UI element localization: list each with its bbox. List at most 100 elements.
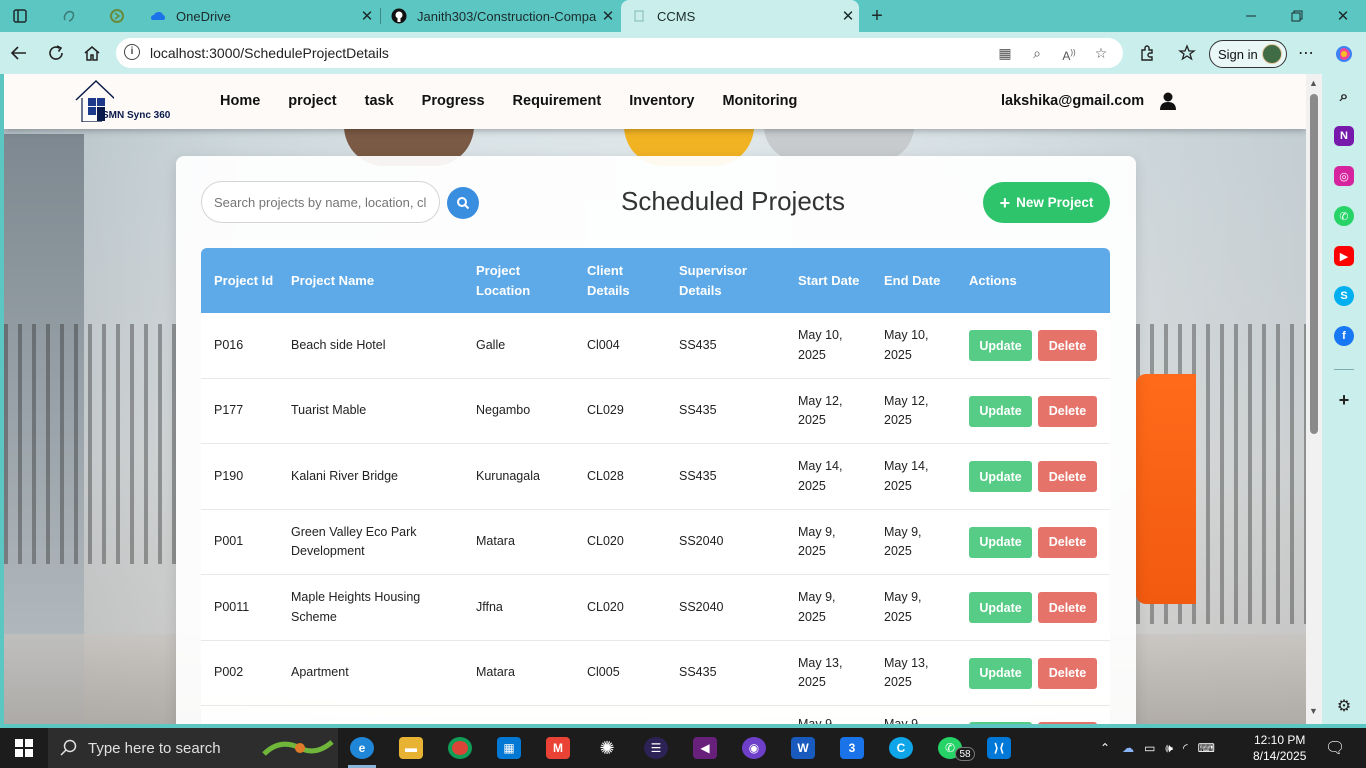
update-button[interactable]: Update: [969, 330, 1032, 361]
home-icon[interactable]: [79, 40, 105, 66]
gmail-icon[interactable]: M: [546, 737, 570, 759]
sidebar-settings-icon[interactable]: ⚙: [1334, 696, 1354, 716]
more-options-icon[interactable]: ⋯: [1296, 44, 1316, 64]
volume-icon[interactable]: 🕪: [1165, 741, 1173, 756]
wifi-icon[interactable]: ◜: [1183, 741, 1188, 755]
update-button[interactable]: Update: [969, 592, 1032, 623]
pinned-tab-icon[interactable]: [108, 7, 126, 25]
zoom-icon[interactable]: ⌕: [1028, 44, 1046, 62]
scroll-down-icon[interactable]: ▼: [1309, 706, 1318, 716]
update-button[interactable]: Update: [969, 526, 1032, 558]
nav-inventory[interactable]: Inventory: [629, 93, 694, 109]
cell-location: Kurunagala: [476, 468, 540, 483]
url-text[interactable]: localhost:3000/ScheduleProjectDetails: [150, 45, 389, 61]
instagram-icon[interactable]: ◎: [1334, 166, 1354, 186]
update-button[interactable]: Update: [969, 461, 1032, 492]
vscode-icon[interactable]: ⟩⟨: [987, 737, 1011, 759]
col-project-location: Project Location: [476, 262, 531, 298]
search-icon: [60, 739, 77, 756]
update-button[interactable]: Update: [969, 722, 1032, 724]
cell-end-date: May 10, 2025: [884, 328, 929, 362]
file-explorer-icon[interactable]: ▬: [399, 737, 423, 759]
keyboard-icon[interactable]: ⌨: [1198, 741, 1215, 755]
site-info-icon[interactable]: i: [124, 44, 140, 60]
visual-studio-icon[interactable]: ◀: [693, 737, 717, 759]
read-aloud-icon[interactable]: A)): [1060, 44, 1078, 63]
github-desktop-icon[interactable]: ◉: [742, 737, 766, 759]
delete-button[interactable]: Delete: [1038, 330, 1097, 361]
skype-icon[interactable]: S: [1334, 286, 1354, 306]
onedrive-tray-icon[interactable]: ☁: [1122, 741, 1134, 755]
canva-icon[interactable]: C: [889, 737, 913, 759]
workspaces-icon[interactable]: [60, 7, 78, 25]
search-button[interactable]: [447, 187, 479, 219]
tab-github[interactable]: Janith303/Construction-Company ✕: [381, 0, 619, 32]
close-window-icon[interactable]: ✕: [1320, 0, 1366, 32]
sign-in-button[interactable]: Sign in: [1209, 40, 1287, 68]
taskbar-clock[interactable]: 12:10 PM 8/14/2025: [1253, 732, 1306, 764]
chevron-up-icon[interactable]: ⌃: [1100, 741, 1110, 755]
new-tab-icon[interactable]: +: [868, 5, 886, 27]
new-project-button[interactable]: + New Project: [983, 182, 1110, 223]
tab-onedrive[interactable]: OneDrive ✕: [140, 0, 378, 32]
delete-button[interactable]: Delete: [1038, 657, 1097, 689]
update-button[interactable]: Update: [969, 395, 1032, 427]
notifications-icon[interactable]: 🗨: [1325, 728, 1345, 768]
delete-button[interactable]: Delete: [1038, 461, 1097, 492]
restore-icon[interactable]: [1274, 0, 1320, 32]
delete-button[interactable]: Delete: [1038, 526, 1097, 558]
address-bar[interactable]: i localhost:3000/ScheduleProjectDetails …: [116, 38, 1123, 68]
cell-client: Cl005: [587, 665, 620, 680]
table-row: P016 Beach side Hotel Galle Cl004 SS435 …: [201, 313, 1110, 379]
chatgpt-icon[interactable]: ✺: [595, 737, 619, 759]
copilot-icon[interactable]: [1334, 44, 1354, 64]
close-tab-icon[interactable]: ✕: [837, 7, 859, 25]
cell-start-date: May 9,: [798, 717, 836, 724]
close-tab-icon[interactable]: ✕: [597, 7, 619, 25]
onenote-icon[interactable]: N: [1334, 126, 1354, 146]
extensions-icon[interactable]: [1137, 44, 1157, 64]
facebook-icon[interactable]: f: [1334, 326, 1354, 346]
user-profile-icon[interactable]: [1160, 92, 1176, 110]
cell-client: Cl004: [587, 337, 620, 352]
page-scrollbar[interactable]: ▲ ▼: [1306, 74, 1322, 724]
chrome-icon[interactable]: [448, 737, 472, 759]
minimize-icon[interactable]: [1228, 0, 1274, 32]
app-available-icon[interactable]: ▦: [996, 44, 1014, 62]
nav-task[interactable]: task: [365, 93, 394, 109]
taskbar-search-box[interactable]: Type here to search: [48, 728, 338, 768]
app-three-icon[interactable]: 3: [840, 737, 864, 759]
whatsapp-icon[interactable]: ✆: [1334, 206, 1354, 226]
search-icon[interactable]: ⌕: [1334, 86, 1354, 106]
eclipse-icon[interactable]: ☰: [644, 737, 668, 759]
battery-icon[interactable]: ▭: [1144, 741, 1155, 755]
project-search-input[interactable]: [201, 181, 440, 223]
close-tab-icon[interactable]: ✕: [356, 7, 378, 25]
nav-requirement[interactable]: Requirement: [513, 93, 602, 109]
delete-button[interactable]: Delete: [1038, 395, 1097, 427]
edge-browser-icon[interactable]: e: [350, 737, 374, 759]
start-button-icon[interactable]: [12, 737, 36, 759]
add-sidebar-app-icon[interactable]: +: [1334, 390, 1354, 410]
nav-project[interactable]: project: [288, 93, 336, 109]
word-icon[interactable]: W: [791, 737, 815, 759]
youtube-icon[interactable]: ▶: [1334, 246, 1354, 266]
nav-progress[interactable]: Progress: [422, 93, 485, 109]
nav-monitoring[interactable]: Monitoring: [722, 93, 797, 109]
favorites-icon[interactable]: [1177, 44, 1197, 64]
tab-actions-icon[interactable]: [11, 7, 29, 25]
cell-project-name: Maple Heights Housing Scheme: [291, 590, 421, 624]
scrollbar-thumb[interactable]: [1310, 94, 1318, 434]
delete-button[interactable]: Delete: [1038, 592, 1097, 623]
tab-ccms[interactable]: CCMS ✕: [621, 0, 859, 32]
scroll-up-icon[interactable]: ▲: [1309, 78, 1318, 88]
site-logo[interactable]: SMN Sync 360: [74, 78, 184, 126]
microsoft-store-icon[interactable]: ▦: [497, 737, 521, 759]
nav-home[interactable]: Home: [220, 93, 260, 109]
delete-button[interactable]: Delete: [1038, 722, 1097, 724]
refresh-icon[interactable]: [43, 40, 69, 66]
update-button[interactable]: Update: [969, 657, 1032, 689]
favorite-star-icon[interactable]: ☆: [1092, 44, 1110, 62]
clock-date: 8/14/2025: [1253, 749, 1307, 763]
back-icon[interactable]: [6, 40, 32, 66]
